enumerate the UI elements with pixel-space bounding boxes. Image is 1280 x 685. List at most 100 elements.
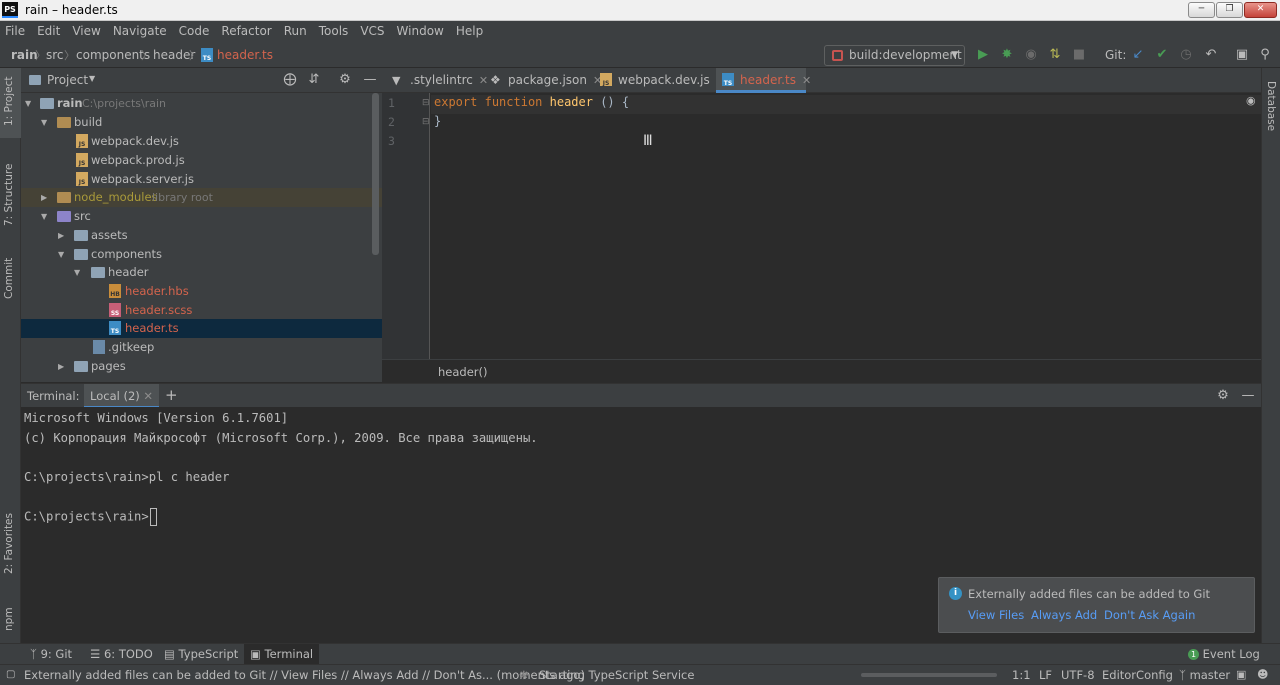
tool-tab-todo[interactable]: ☰ 6: TODO bbox=[90, 644, 153, 665]
tool-tab-commit[interactable]: Commit bbox=[0, 243, 21, 301]
git-branch[interactable]: ᛉ master bbox=[1179, 665, 1230, 685]
caret-position[interactable]: 1:1 bbox=[1012, 665, 1031, 685]
tab-webpack-dev-js[interactable]: JSwebpack.dev.js✕ bbox=[594, 68, 725, 93]
tool-tab-favorites[interactable]: 2: Favorites bbox=[0, 504, 21, 576]
add-icon[interactable]: + bbox=[165, 386, 178, 404]
gear-icon[interactable]: ⚙ bbox=[1215, 388, 1231, 404]
git-update-icon[interactable]: ↙ bbox=[1130, 47, 1146, 63]
tool-tab-npm[interactable]: npm bbox=[0, 593, 21, 633]
tree-item-webpack-prod[interactable]: JS webpack.prod.js bbox=[21, 151, 382, 170]
tree-item-webpack-dev[interactable]: JS webpack.dev.js bbox=[21, 132, 382, 151]
eye-icon[interactable]: ◉ bbox=[1246, 94, 1256, 107]
breadcrumb-src[interactable]: src bbox=[46, 48, 64, 62]
menu-navigate[interactable]: Navigate bbox=[107, 21, 173, 42]
breadcrumb-rain[interactable]: rain bbox=[11, 48, 38, 62]
tree-item-node-modules[interactable]: ▶ node_modules library root bbox=[21, 188, 382, 207]
tree-item-header-folder[interactable]: ▼ header bbox=[21, 263, 382, 282]
tab-package-json[interactable]: ❖ package.json ✕ bbox=[484, 68, 602, 93]
close-button[interactable]: ✕ bbox=[1244, 2, 1277, 18]
rollback-icon[interactable]: ↶ bbox=[1203, 47, 1219, 63]
tool-tab-structure[interactable]: 7: Structure bbox=[0, 156, 21, 228]
tree-item-rain[interactable]: ▼ rain C:\projects\rain bbox=[21, 94, 382, 113]
file-encoding[interactable]: UTF-8 bbox=[1061, 665, 1095, 685]
run-configuration-select[interactable]: build:development ▼ bbox=[824, 45, 965, 66]
tree-item-header-ts[interactable]: TS header.ts bbox=[21, 319, 382, 338]
menu-run[interactable]: Run bbox=[278, 21, 313, 42]
project-scrollbar[interactable] bbox=[372, 93, 379, 255]
status-process[interactable]: Starting TypeScript Service bbox=[539, 665, 694, 685]
menu-help[interactable]: Help bbox=[450, 21, 489, 42]
menu-edit[interactable]: Edit bbox=[31, 21, 66, 42]
lock-icon[interactable]: ▣ bbox=[1236, 665, 1246, 685]
hide-icon[interactable]: — bbox=[1240, 388, 1256, 404]
collapse-all-icon[interactable]: ⇵ bbox=[306, 72, 322, 88]
run-icon[interactable]: ▶ bbox=[975, 47, 991, 63]
profile-icon[interactable]: ⇅ bbox=[1047, 47, 1063, 63]
menu-refactor[interactable]: Refactor bbox=[215, 21, 277, 42]
history-icon[interactable]: ◷ bbox=[1178, 47, 1194, 63]
tree-item-header-scss[interactable]: SS header.scss bbox=[21, 301, 382, 320]
debug-icon[interactable]: ✸ bbox=[999, 47, 1015, 63]
locate-icon[interactable]: ⨁ bbox=[282, 72, 298, 88]
restore-button[interactable]: ❐ bbox=[1216, 2, 1243, 18]
breadcrumb-components[interactable]: components bbox=[76, 48, 150, 62]
tree-item-components[interactable]: ▼ components bbox=[21, 245, 382, 264]
menu-tools[interactable]: Tools bbox=[313, 21, 355, 42]
minimize-button[interactable]: ─ bbox=[1188, 2, 1215, 18]
event-log-icon: 1 bbox=[1188, 649, 1199, 660]
handlebars-file-icon: HB bbox=[109, 284, 121, 298]
typescript-file-icon: TS bbox=[109, 321, 121, 335]
presentation-icon[interactable]: ▣ bbox=[1234, 47, 1250, 63]
tree-item-assets[interactable]: ▶ assets bbox=[21, 226, 382, 245]
tab-header-ts[interactable]: TS header.ts ✕ bbox=[716, 68, 811, 93]
view-files-link[interactable]: View Files bbox=[968, 608, 1024, 622]
text-cursor-icon: Ⅲ bbox=[643, 133, 653, 149]
tree-item-build[interactable]: ▼ build bbox=[21, 113, 382, 132]
folder-icon bbox=[57, 211, 71, 222]
coverage-icon[interactable]: ◉ bbox=[1023, 47, 1039, 63]
code-editor[interactable]: export function header () { } Ⅲ bbox=[431, 93, 1261, 359]
dont-ask-again-link[interactable]: Don't Ask Again bbox=[1104, 608, 1195, 622]
menu-code[interactable]: Code bbox=[173, 21, 216, 42]
run-config-icon bbox=[832, 50, 843, 61]
tool-tab-git[interactable]: ᛉ 9: Git bbox=[30, 644, 72, 665]
fold-icon[interactable]: ⊟ bbox=[422, 98, 430, 108]
tool-tab-project[interactable]: 1: Project bbox=[0, 68, 21, 138]
status-message[interactable]: Externally added files can be added to G… bbox=[24, 665, 585, 685]
tree-item-gitkeep[interactable]: .gitkeep bbox=[21, 338, 382, 357]
tree-item-webpack-server[interactable]: JS webpack.server.js bbox=[21, 170, 382, 189]
search-icon[interactable]: ⚲ bbox=[1257, 47, 1273, 63]
tree-item-src[interactable]: ▼ src bbox=[21, 207, 382, 226]
menu-view[interactable]: View bbox=[66, 21, 106, 42]
terminal-tab-local[interactable]: Local (2) ✕ bbox=[84, 384, 160, 408]
tree-item-pages[interactable]: ▶ pages bbox=[21, 357, 382, 376]
tool-tab-terminal[interactable]: ▣ Terminal bbox=[244, 644, 320, 665]
gear-icon[interactable]: ⚙ bbox=[337, 72, 353, 88]
tab-stylelintrc[interactable]: ▼ .stylelintrc ✕ bbox=[386, 68, 488, 93]
project-panel-title[interactable]: Project bbox=[47, 73, 88, 87]
menu-vcs[interactable]: VCS bbox=[354, 21, 390, 42]
git-file-icon bbox=[93, 340, 105, 354]
editor-breadcrumb-function[interactable]: header() bbox=[438, 365, 488, 379]
git-commit-icon[interactable]: ✔ bbox=[1154, 47, 1170, 63]
git-branch-icon: ᛉ bbox=[1179, 668, 1186, 682]
stop-icon[interactable]: ■ bbox=[1071, 47, 1087, 63]
status-square-icon[interactable]: ▢ bbox=[6, 665, 15, 685]
fold-icon[interactable]: ⊟ bbox=[422, 117, 430, 127]
tool-tab-event-log[interactable]: 1 Event Log bbox=[1188, 644, 1260, 665]
hide-icon[interactable]: — bbox=[362, 72, 378, 88]
user-icon[interactable]: ☻ bbox=[1257, 665, 1268, 685]
tool-tab-database[interactable]: Database bbox=[1262, 78, 1280, 148]
chevron-down-icon[interactable]: ▼ bbox=[89, 74, 95, 83]
terminal-line: Microsoft Windows [Version 6.1.7601] bbox=[24, 411, 289, 425]
always-add-link[interactable]: Always Add bbox=[1031, 608, 1097, 622]
tool-tab-typescript[interactable]: ▤ TypeScript bbox=[164, 644, 238, 665]
menu-window[interactable]: Window bbox=[391, 21, 450, 42]
editorconfig-status[interactable]: EditorConfig bbox=[1102, 665, 1173, 685]
line-separator[interactable]: LF bbox=[1039, 665, 1052, 685]
tree-item-header-hbs[interactable]: HB header.hbs bbox=[21, 282, 382, 301]
menu-file[interactable]: File bbox=[0, 21, 31, 42]
breadcrumb-file[interactable]: header.ts bbox=[217, 48, 273, 62]
notification-message: Externally added files can be added to G… bbox=[968, 587, 1211, 601]
terminal-cursor bbox=[149, 508, 157, 526]
